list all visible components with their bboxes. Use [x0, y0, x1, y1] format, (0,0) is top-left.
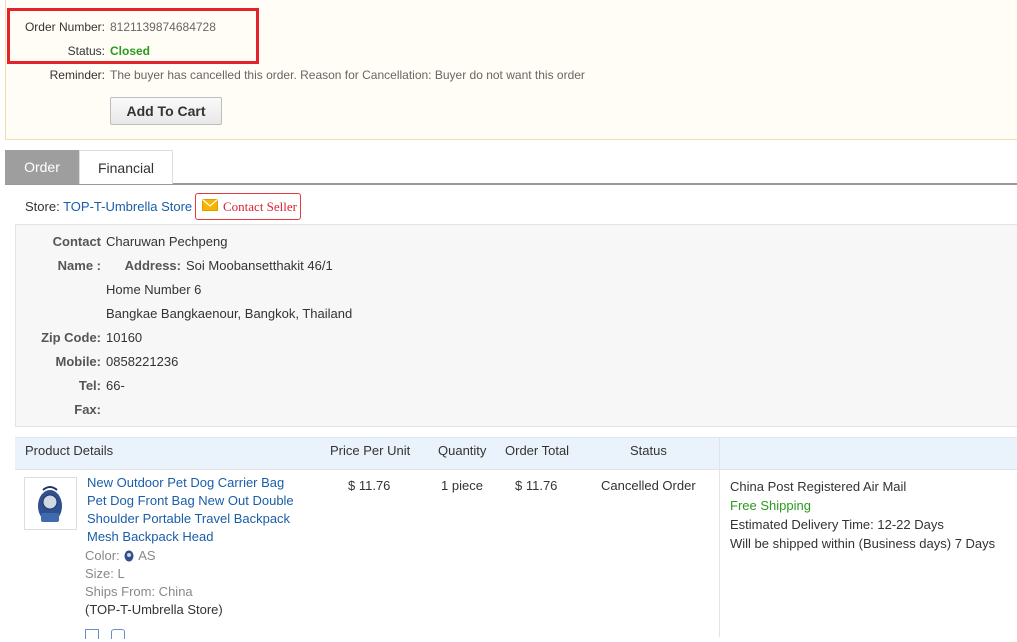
- contact-seller-button[interactable]: Contact Seller: [195, 193, 301, 220]
- product-name-line[interactable]: Shoulder Portable Travel Backpack: [87, 510, 302, 528]
- tel-number: 66-: [106, 378, 125, 393]
- status-label: Status:: [67, 44, 105, 58]
- product-name-line[interactable]: New Outdoor Pet Dog Carrier Bag: [87, 474, 302, 492]
- color-label: Color:: [85, 548, 120, 563]
- shipping-method: China Post Registered Air Mail: [730, 479, 907, 494]
- product-color: Color: AS: [85, 548, 156, 565]
- zip-code: 10160: [106, 330, 143, 345]
- reminder-label: Reminder:: [49, 68, 105, 82]
- contact-seller-label: Contact Seller: [223, 198, 298, 214]
- zip-label: Zip Code:: [41, 330, 101, 345]
- product-name-line[interactable]: Pet Dog Front Bag New Out Double: [87, 492, 302, 510]
- header-price-per-unit: Price Per Unit: [330, 443, 411, 458]
- product-thumbnail[interactable]: [24, 477, 77, 530]
- snapshot-icons: [85, 627, 125, 642]
- store-link[interactable]: TOP-T-Umbrella Store: [63, 199, 192, 214]
- column-divider: [719, 437, 720, 637]
- product-name[interactable]: New Outdoor Pet Dog Carrier Bag Pet Dog …: [87, 474, 302, 546]
- tel-label: Tel:: [78, 378, 101, 393]
- header-product-details: Product Details: [25, 443, 114, 458]
- contact-label: Contact: [52, 234, 101, 249]
- color-value: AS: [138, 548, 156, 563]
- header-order-total: Order Total: [505, 443, 570, 458]
- product-ships-from: Ships From: China: [85, 584, 193, 599]
- estimated-delivery: Estimated Delivery Time: 12-22 Days: [730, 517, 944, 532]
- envelope-icon: [202, 199, 218, 214]
- store-label: Store:: [25, 199, 60, 214]
- header-quantity: Quantity: [438, 443, 487, 458]
- chat-icon[interactable]: [110, 629, 125, 639]
- mobile-number: 0858221236: [106, 354, 179, 369]
- add-to-cart-button[interactable]: Add To Cart: [110, 97, 222, 125]
- tab-order[interactable]: Order: [5, 150, 79, 184]
- product-name-line[interactable]: Mesh Backpack Head: [87, 528, 302, 546]
- product-store: (TOP-T-Umbrella Store): [85, 602, 223, 617]
- product-table-header: Product Details Price Per Unit Quantity …: [15, 437, 1017, 469]
- price-per-unit: $ 11.76: [348, 478, 391, 493]
- product-size: Size: L: [85, 566, 125, 581]
- reminder-text: The buyer has cancelled this order. Reas…: [110, 68, 585, 82]
- address-line-1: Soi Moobansetthakit 46/1: [186, 258, 333, 273]
- address-panel: [15, 224, 1017, 427]
- address-line-2: Home Number 6: [106, 282, 202, 297]
- order-total: $ 11.76: [515, 478, 558, 493]
- item-status: Cancelled Order: [601, 478, 696, 493]
- delivery-value: 12-22 Days: [877, 517, 944, 532]
- address-line-3: Bangkae Bangkaenour, Bangkok, Thailand: [106, 306, 353, 321]
- ship-within: Will be shipped within (Business days) 7…: [730, 536, 996, 551]
- shipping-cost: Free Shipping: [730, 498, 811, 513]
- quantity: 1 piece: [441, 478, 483, 493]
- tab-bar: Order Financial: [5, 150, 1017, 185]
- snapshot-icon[interactable]: [85, 629, 99, 639]
- order-number-label: Order Number:: [24, 20, 105, 34]
- store-line: Store: TOP-T-Umbrella Store: [25, 199, 192, 214]
- delivery-label: Estimated Delivery Time:: [730, 517, 874, 532]
- mobile-label: Mobile:: [55, 354, 102, 369]
- header-status: Status: [630, 443, 667, 458]
- tab-financial[interactable]: Financial: [79, 150, 173, 184]
- contact-name: Charuwan Pechpeng: [106, 234, 228, 249]
- name-label: Name :: [57, 258, 101, 273]
- fax-label: Fax:: [74, 402, 101, 417]
- order-status: Closed: [110, 44, 151, 58]
- address-label: Address:: [124, 258, 181, 273]
- color-swatch-icon: [123, 548, 135, 565]
- order-number: 8121139874684728: [110, 20, 216, 34]
